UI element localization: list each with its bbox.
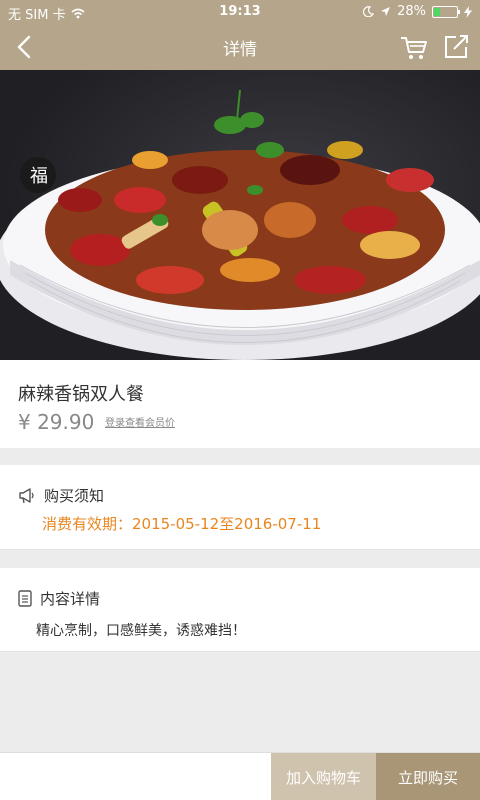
document-icon <box>18 590 32 607</box>
battery-icon <box>432 5 460 18</box>
product-image: 福 <box>0 70 480 360</box>
navigation-bar: 详情 <box>0 24 480 70</box>
validity-period: 消费有效期：2015-05-12至2016-07-11 <box>42 515 322 533</box>
svg-text:福: 福 <box>30 166 48 187</box>
product-summary: 麻辣香锅双人餐 ¥ 29.90 登录查看会员价 <box>0 360 480 448</box>
megaphone-icon <box>19 487 34 503</box>
moon-icon <box>363 6 375 17</box>
charging-icon <box>464 5 472 18</box>
bottom-action-bar: 加入购物车 立即购买 <box>0 752 480 800</box>
content-detail-section: 内容详情 精心烹制，口感鲜美，诱惑难挡！ <box>0 568 480 652</box>
content-detail-text: 精心烹制，口感鲜美，诱惑难挡！ <box>36 623 246 639</box>
product-name: 麻辣香锅双人餐 <box>18 384 144 405</box>
member-price-link[interactable]: 登录查看会员价 <box>105 414 175 429</box>
purchase-notice-section: 购买须知 消费有效期：2015-05-12至2016-07-11 <box>0 465 480 550</box>
battery-percent: 28% <box>397 4 426 19</box>
add-to-cart-button[interactable]: 加入购物车 <box>271 753 376 800</box>
cart-icon[interactable] <box>398 31 430 63</box>
buy-now-button[interactable]: 立即购买 <box>376 753 480 800</box>
location-arrow-icon <box>381 7 391 16</box>
content-detail-title: 内容详情 <box>40 590 101 608</box>
product-price: ¥ 29.90 <box>18 410 95 434</box>
status-bar: 无 SIM 卡 19:13 28% <box>0 0 480 24</box>
purchase-notice-title: 购买须知 <box>44 487 105 505</box>
share-icon[interactable] <box>440 31 472 63</box>
